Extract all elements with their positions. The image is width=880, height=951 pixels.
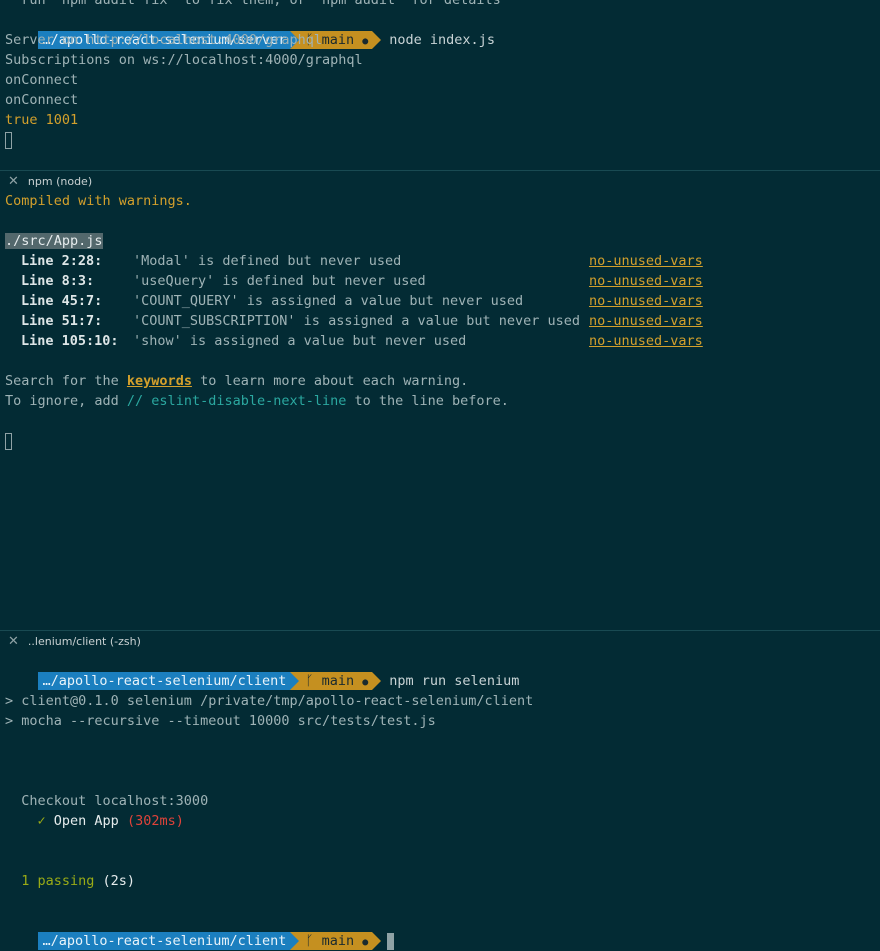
file-line: ./src/App.js	[0, 231, 880, 251]
cursor-line	[0, 130, 880, 150]
warning-location: Line 8:3:	[21, 273, 95, 289]
warning-location: Line 105:10:	[21, 333, 119, 349]
powerline-separator-icon	[372, 932, 382, 950]
warning-location: Line 51:7:	[21, 313, 103, 329]
file-path: ./src/App.js	[5, 233, 103, 249]
warning-message: 'show' is assigned a value but never use…	[133, 333, 467, 349]
warning-rule-link[interactable]: no-unused-vars	[589, 333, 703, 349]
output-line: true 1001	[5, 112, 79, 128]
pane-title: npm (node)	[27, 174, 93, 188]
terminal-cursor	[5, 432, 12, 450]
warning-message: 'Modal' is defined but never used	[133, 253, 402, 269]
warning-message: 'useQuery' is defined but never used	[133, 273, 426, 289]
prompt-line: …/apollo-react-selenium/client ᚴ main ●	[0, 911, 880, 950]
pane-title-bar[interactable]: ✕ ..lenium/client (-zsh)	[0, 631, 880, 651]
compiled-status: Compiled with warnings.	[5, 193, 192, 209]
output-line: > mocha --recursive --timeout 10000 src/…	[5, 713, 436, 729]
dirty-dot-icon: ●	[362, 937, 369, 948]
terminal-pane-npm[interactable]: ✕ npm (node) Compiled with warnings. ./s…	[0, 171, 880, 630]
cursor-line	[0, 431, 880, 451]
warning-row: Line 45:7: 'COUNT_QUERY' is assigned a va…	[0, 291, 880, 311]
ignore-hint: To ignore, add // eslint-disable-next-li…	[5, 393, 509, 409]
prompt-line: …/apollo-react-selenium/server ᚴ main ● no…	[0, 10, 880, 49]
output-line: Subscriptions on ws://localhost:4000/gra…	[5, 52, 363, 68]
warning-rule-link[interactable]: no-unused-vars	[589, 293, 703, 309]
test-duration: (302ms)	[118, 813, 184, 829]
output-line: > client@0.1.0 selenium /private/tmp/apo…	[5, 693, 534, 709]
test-suite: Checkout localhost:3000	[5, 793, 209, 809]
warning-message: 'COUNT_QUERY' is assigned a value but ne…	[133, 293, 524, 309]
warning-location: Line 2:28:	[21, 253, 103, 269]
prompt-path: …/apollo-react-selenium/client	[37, 932, 291, 950]
terminal-pane-server[interactable]: run `npm audit fix` to fix them, or `npm…	[0, 0, 880, 170]
check-icon: ✓	[5, 813, 54, 829]
passing-count: 1 passing	[5, 873, 95, 889]
warning-location: Line 45:7:	[21, 293, 103, 309]
eslint-directive: // eslint-disable-next-line	[126, 393, 347, 409]
passing-summary: 1 passing (2s)	[0, 871, 880, 891]
prompt-line: …/apollo-react-selenium/client ᚴ main ● np…	[0, 651, 880, 690]
search-hint: Search for the keywords to learn more ab…	[5, 373, 469, 389]
powerline-separator-icon	[290, 932, 300, 950]
warning-rule-link[interactable]: no-unused-vars	[589, 273, 703, 289]
test-result: ✓ Open App (302ms)	[0, 811, 880, 831]
terminal-cursor	[387, 932, 395, 950]
git-branch-icon: ᚴ	[305, 933, 322, 949]
warning-rule-link[interactable]: no-unused-vars	[589, 313, 703, 329]
warning-row: Line 8:3: 'useQuery' is defined but never…	[0, 271, 880, 291]
warning-message: 'COUNT_SUBSCRIPTION' is assigned a value…	[133, 313, 581, 329]
passing-time: (2s)	[94, 873, 136, 889]
output-line: run `npm audit fix` to fix them, or `npm…	[5, 0, 501, 8]
warning-row: Line 105:10: 'show' is assigned a value b…	[0, 331, 880, 351]
pane-title: ..lenium/client (-zsh)	[27, 634, 141, 648]
test-name: Open App	[53, 813, 119, 829]
output-line: onConnect	[5, 72, 79, 88]
output-line: Server on http://localhost:4000/graphql	[5, 32, 322, 48]
close-icon[interactable]: ✕	[8, 635, 19, 648]
warning-row: Line 2:28: 'Modal' is defined but never u…	[0, 251, 880, 271]
keywords-link[interactable]: keywords	[127, 373, 192, 389]
output-line: onConnect	[5, 92, 79, 108]
warning-rule-link[interactable]: no-unused-vars	[589, 253, 703, 269]
terminal-cursor	[5, 131, 12, 149]
pane-title-bar[interactable]: ✕ npm (node)	[0, 171, 880, 191]
close-icon[interactable]: ✕	[8, 175, 19, 188]
terminal-pane-client[interactable]: ✕ ..lenium/client (-zsh) …/apollo-react-…	[0, 631, 880, 951]
warning-row: Line 51:7: 'COUNT_SUBSCRIPTION' is assign…	[0, 311, 880, 331]
prompt-branch: ᚴ main ●	[299, 932, 373, 950]
